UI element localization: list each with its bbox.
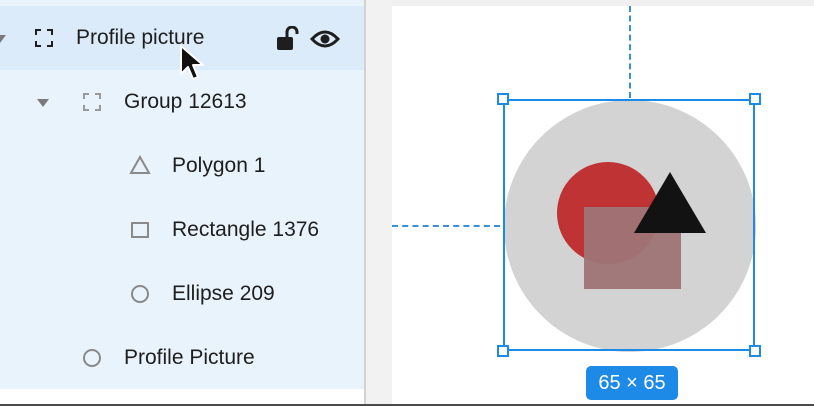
selection-box[interactable] bbox=[503, 99, 755, 351]
layer-label: Profile Picture bbox=[124, 346, 255, 369]
eye-icon[interactable] bbox=[310, 28, 340, 50]
layer-row-ellipse[interactable]: Ellipse 209 bbox=[0, 262, 364, 326]
layer-label: Polygon 1 bbox=[172, 154, 266, 177]
horizontal-guide bbox=[392, 225, 500, 227]
resize-handle-top-left[interactable] bbox=[497, 93, 509, 105]
mouse-cursor-icon bbox=[180, 45, 204, 80]
resize-handle-bottom-left[interactable] bbox=[497, 345, 509, 357]
resize-handle-bottom-right[interactable] bbox=[749, 345, 761, 357]
layer-row-polygon[interactable]: Polygon 1 bbox=[0, 134, 364, 198]
group-frame-icon bbox=[81, 91, 103, 113]
layer-label: Ellipse 209 bbox=[172, 282, 275, 305]
layer-row-rectangle[interactable]: Rectangle 1376 bbox=[0, 198, 364, 262]
unlock-icon[interactable] bbox=[275, 26, 299, 52]
layer-row-profile-picture-ellipse[interactable]: Profile Picture bbox=[0, 326, 364, 390]
layer-label: Group 12613 bbox=[124, 90, 247, 113]
rectangle-icon bbox=[129, 219, 151, 241]
collapse-caret-icon[interactable] bbox=[0, 35, 6, 43]
canvas-gutter bbox=[366, 0, 392, 406]
vertical-guide bbox=[629, 6, 631, 98]
resize-handle-top-right[interactable] bbox=[749, 93, 761, 105]
circle-icon bbox=[81, 347, 103, 369]
layer-label: Rectangle 1376 bbox=[172, 218, 320, 241]
collapse-caret-icon[interactable] bbox=[37, 99, 49, 107]
size-badge: 65 × 65 bbox=[586, 366, 678, 400]
frame-icon bbox=[33, 27, 55, 49]
circle-icon bbox=[129, 283, 151, 305]
triangle-icon bbox=[129, 155, 151, 174]
